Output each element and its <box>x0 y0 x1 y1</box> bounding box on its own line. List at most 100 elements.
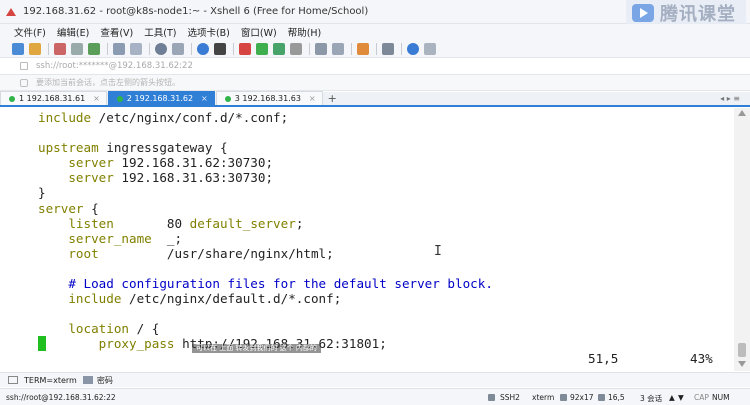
terminal-line: listen 80 default_server; <box>38 216 731 231</box>
vertical-scrollbar[interactable] <box>734 108 750 371</box>
status-protocol: SSH2 <box>500 393 520 402</box>
connected-icon <box>116 95 123 102</box>
lock-icon <box>488 394 495 401</box>
config-value: 192.168.31.63:30730; <box>113 170 274 186</box>
terminal-line: upstream ingressgateway { <box>38 140 731 155</box>
menu-edit[interactable]: 编辑(E) <box>57 25 89 39</box>
terminal-line: include /etc/nginx/default.d/*.conf; <box>38 291 731 306</box>
toolbar-separator <box>309 42 310 55</box>
terminal-line: include /etc/nginx/conf.d/*.conf; <box>38 110 731 125</box>
hint-bar: 要添加当前会话，点击左侧的箭头按钮。 <box>0 75 750 91</box>
font-icon[interactable] <box>214 42 226 55</box>
scrollbar-thumb[interactable] <box>738 343 746 357</box>
app-icon[interactable] <box>3 4 19 20</box>
script-icon[interactable] <box>315 42 327 55</box>
scroll-percent: 43% <box>690 351 713 366</box>
unlink-icon[interactable] <box>71 42 83 55</box>
config-comment: # Load configuration files for the defau… <box>38 276 493 292</box>
ibeam-cursor-icon: I <box>434 244 442 259</box>
close-icon[interactable]: × <box>201 94 208 103</box>
config-keyword: server <box>38 155 114 171</box>
compose-icon[interactable] <box>332 42 344 55</box>
menu-view[interactable]: 查看(V) <box>100 25 133 39</box>
toolbar-separator <box>376 42 377 55</box>
menu-file[interactable]: 文件(F) <box>14 25 46 39</box>
config-value: ; <box>295 215 304 231</box>
copy-icon[interactable] <box>113 42 125 55</box>
tab-label: 3 192.168.31.63 <box>234 94 301 103</box>
toolbar-separator <box>351 42 352 55</box>
keyboard-icon[interactable] <box>82 376 93 384</box>
new-session-icon[interactable] <box>12 42 24 55</box>
scroll-up-icon[interactable] <box>738 110 746 116</box>
terminal-cursor <box>38 336 46 351</box>
properties-icon[interactable] <box>88 42 100 55</box>
open-folder-icon[interactable] <box>29 42 41 55</box>
link-icon[interactable] <box>54 42 66 55</box>
config-value: / { <box>129 321 160 337</box>
menu-tools[interactable]: 工具(T) <box>144 25 176 39</box>
config-keyword: default_server <box>189 215 296 231</box>
config-value: 80 <box>113 215 190 231</box>
status-size: 92x17 <box>570 393 594 402</box>
tab-session-1[interactable]: 1 192.168.31.61 × <box>0 91 107 105</box>
config-keyword: server <box>38 200 84 216</box>
terminal-output[interactable]: include /etc/nginx/conf.d/*.conf; upstrea… <box>0 109 731 370</box>
xftp-icon[interactable] <box>239 42 251 55</box>
scroll-down-icon[interactable] <box>738 361 746 367</box>
download-arrow-icon[interactable]: ▼ <box>678 393 684 402</box>
close-icon[interactable]: × <box>93 94 100 103</box>
terminal-line: proxy_pass http://192.168.31.62:31801; <box>38 336 731 351</box>
menu-help[interactable]: 帮助(H) <box>288 25 322 39</box>
upload-arrow-icon[interactable]: ▲ <box>669 393 675 402</box>
tunnel-icon[interactable] <box>357 42 369 55</box>
color-scheme-icon[interactable] <box>197 42 209 55</box>
find-icon[interactable] <box>155 42 167 55</box>
tab-label: 2 192.168.31.62 <box>126 94 194 103</box>
layout-icon[interactable] <box>382 42 394 55</box>
config-keyword: root <box>38 245 99 261</box>
config-keyword: server_name <box>38 230 152 246</box>
config-keyword: listen <box>38 215 114 231</box>
menu-more-icon[interactable] <box>424 42 436 55</box>
config-keyword: server <box>38 170 114 186</box>
terminal-line: location / { <box>38 321 731 336</box>
video-subtitle: 可以在 上面 转发到我们的 这个 内部的 <box>192 344 321 353</box>
address-bar[interactable]: ssh://root:*******@192.168.31.62:22 <box>0 58 750 75</box>
keymap-icon[interactable] <box>273 42 285 55</box>
lock-icon <box>20 62 28 70</box>
connected-icon <box>9 95 15 102</box>
menu-tab[interactable]: 选项卡(B) <box>187 25 229 39</box>
tab-session-3[interactable]: 3 192.168.31.63 × <box>215 91 323 105</box>
size-icon <box>560 394 567 401</box>
menu-bar: 文件(F) 编辑(E) 查看(V) 工具(T) 选项卡(B) 窗口(W) 帮助(… <box>0 24 750 40</box>
menu-window[interactable]: 窗口(W) <box>241 25 277 39</box>
terminal-line: server 192.168.31.62:30730; <box>38 155 731 170</box>
toolbar-separator <box>233 42 234 55</box>
terminal-line: # Load configuration files for the defau… <box>38 276 731 291</box>
tab-session-2[interactable]: 2 192.168.31.62 × <box>107 91 215 105</box>
address-text: ssh://root:*******@192.168.31.62:22 <box>36 61 193 71</box>
add-tab-button[interactable]: + <box>324 91 341 105</box>
print-icon[interactable] <box>172 42 184 55</box>
help-icon[interactable] <box>407 42 419 55</box>
password-label[interactable]: 密码 <box>97 375 113 386</box>
close-icon[interactable]: × <box>309 94 316 103</box>
brand-watermark: 腾讯课堂 <box>626 0 746 26</box>
config-value: _; <box>151 230 183 246</box>
status-bar: ssh://root@192.168.31.62:22 SSH2 xterm 9… <box>0 388 750 405</box>
window-title: 192.168.31.62 - root@k8s-node1:~ - Xshel… <box>23 6 369 17</box>
lock-icon[interactable] <box>290 42 302 55</box>
xmanager-icon[interactable] <box>256 42 268 55</box>
toolbar-separator <box>401 42 402 55</box>
menu-icon[interactable] <box>8 376 18 384</box>
tab-navigation[interactable]: ◂ ▸ ≡ <box>720 94 740 103</box>
terminal-line: server { <box>38 201 731 216</box>
terminal-line: } <box>38 185 731 200</box>
term-type[interactable]: TERM=xterm <box>24 376 77 385</box>
config-value: ingressgateway { <box>98 140 228 156</box>
paste-icon[interactable] <box>130 42 142 55</box>
